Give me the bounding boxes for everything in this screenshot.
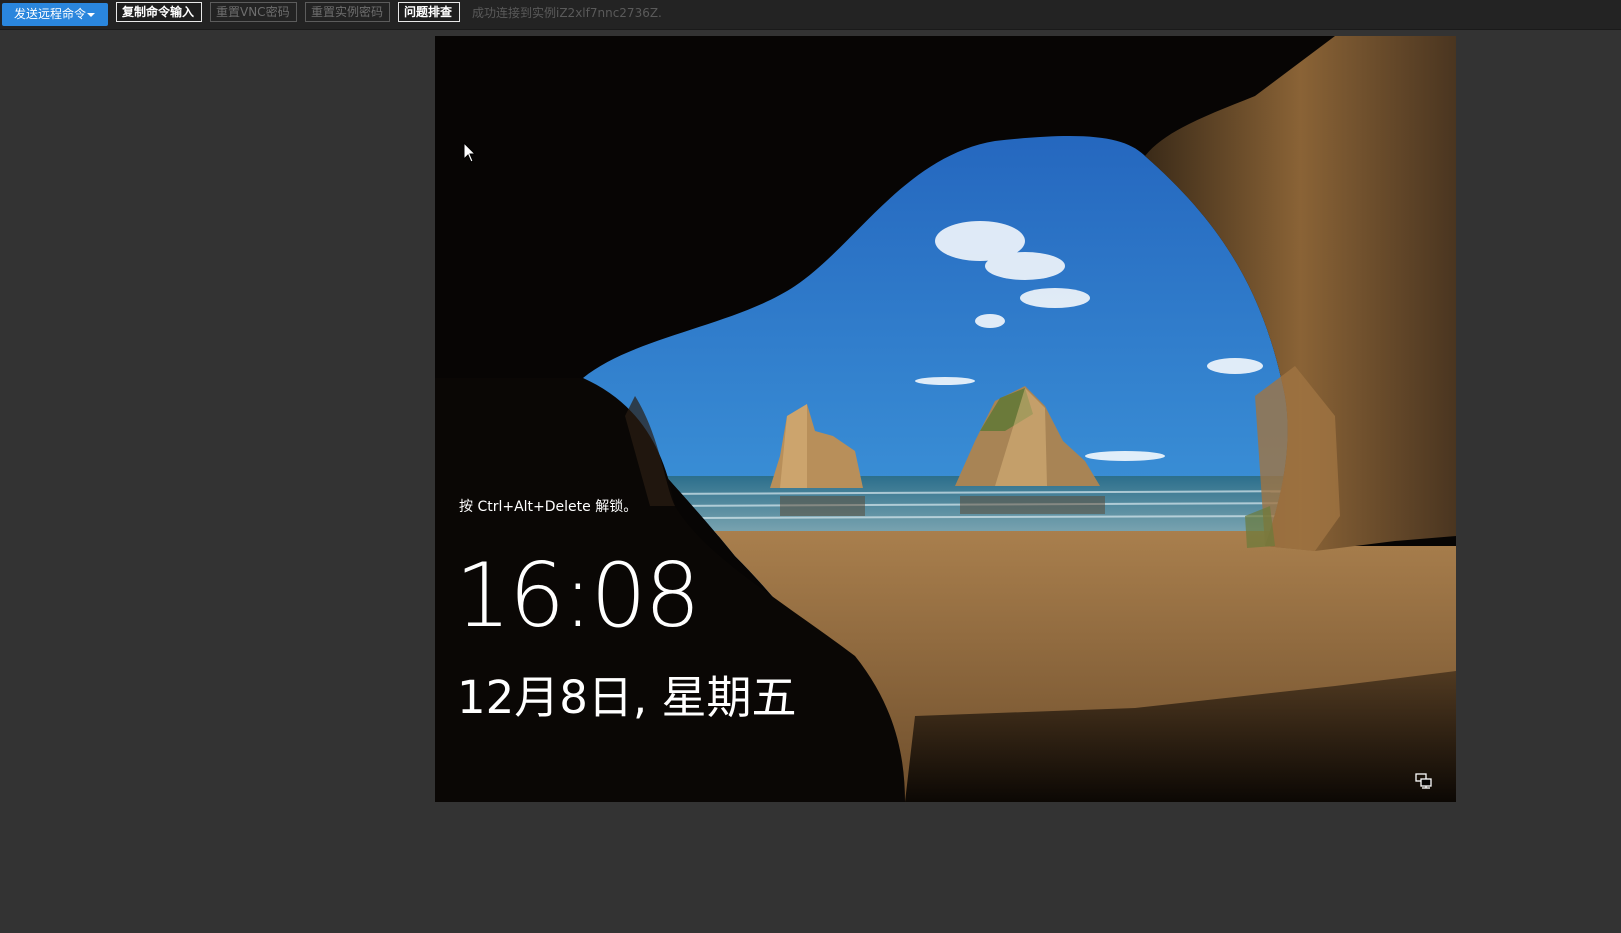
copy-command-input-button[interactable]: 复制命令输入 bbox=[116, 2, 202, 22]
lockscreen-time: 16:08 bbox=[455, 544, 701, 647]
mouse-cursor-icon bbox=[463, 142, 477, 163]
reset-instance-password-button[interactable]: 重置实例密码 bbox=[305, 2, 390, 22]
send-remote-command-button[interactable]: 发送远程命令 bbox=[2, 3, 108, 26]
reset-vnc-password-button[interactable]: 重置VNC密码 bbox=[210, 2, 297, 22]
toolbar: 发送远程命令 复制命令输入 重置VNC密码 重置实例密码 问题排查 成功连接到实… bbox=[0, 0, 1621, 30]
troubleshoot-button[interactable]: 问题排查 bbox=[398, 2, 460, 22]
chevron-down-icon bbox=[87, 12, 96, 17]
connection-status: 成功连接到实例iZ2xlf7nnc2736Z. bbox=[472, 6, 662, 20]
vnc-screen[interactable]: 按 Ctrl+Alt+Delete 解锁。 16:08 12月8日, 星期五 bbox=[435, 36, 1456, 802]
network-icon[interactable] bbox=[1415, 773, 1435, 789]
unlock-hint: 按 Ctrl+Alt+Delete 解锁。 bbox=[459, 499, 638, 515]
send-remote-command-label: 发送远程命令 bbox=[14, 7, 87, 21]
lockscreen-date: 12月8日, 星期五 bbox=[457, 671, 797, 724]
